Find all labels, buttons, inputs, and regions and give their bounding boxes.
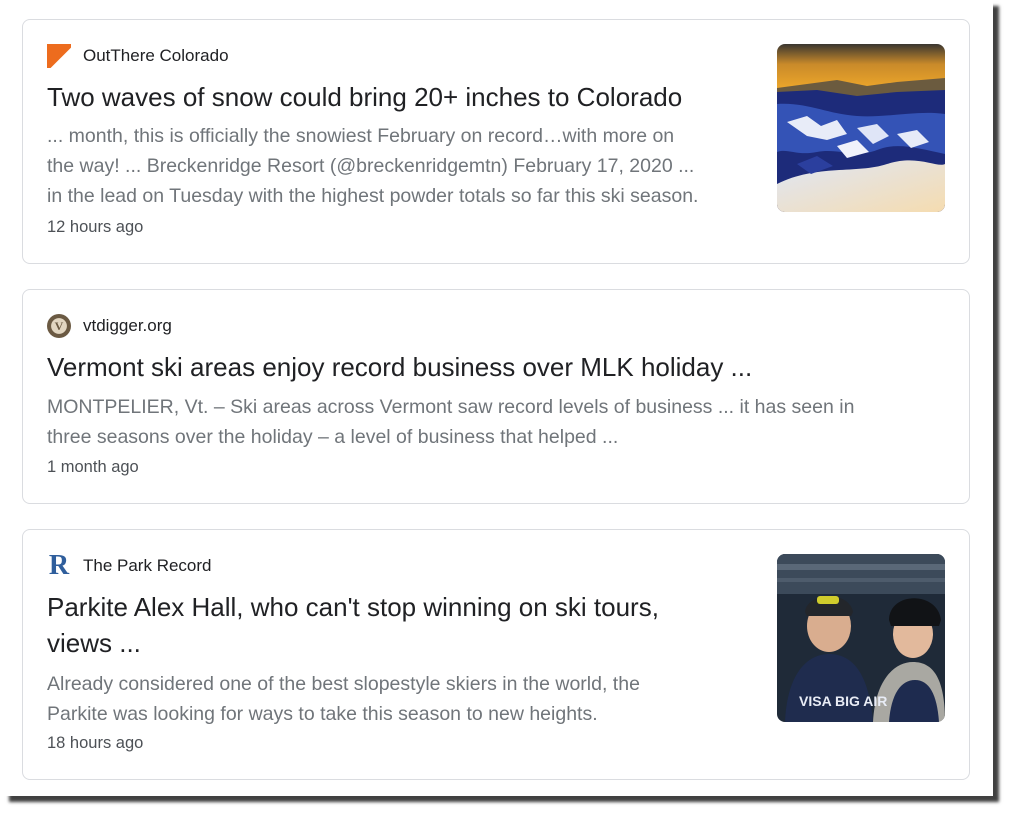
outthere-colorado-logo-icon xyxy=(47,44,71,68)
source-name: vtdigger.org xyxy=(83,316,172,335)
headline-link[interactable]: Two waves of snow could bring 20+ inches… xyxy=(47,79,682,115)
news-results-panel: OutThere Colorado Two waves of snow coul… xyxy=(3,0,993,796)
source-row[interactable]: R The Park Record xyxy=(47,550,212,581)
snippet-line: ... month, this is officially the snowie… xyxy=(47,125,675,147)
news-result-card[interactable]: R The Park Record Parkite Alex Hall, who… xyxy=(22,529,970,780)
news-result-card[interactable]: OutThere Colorado Two waves of snow coul… xyxy=(22,19,970,264)
park-record-logo-icon: R xyxy=(48,550,70,581)
headline-link[interactable]: Vermont ski areas enjoy record business … xyxy=(47,349,752,385)
source-name: The Park Record xyxy=(83,556,212,575)
vtdigger-logo-icon: V xyxy=(47,314,71,338)
snippet: MONTPELIER, Vt. – Ski areas across Vermo… xyxy=(47,392,854,452)
snippet-line: the way! ... Breckenridge Resort (@breck… xyxy=(47,155,695,177)
snippet: ... month, this is officially the snowie… xyxy=(47,121,698,211)
source-row[interactable]: V vtdigger.org xyxy=(47,314,172,338)
timestamp: 1 month ago xyxy=(47,458,139,476)
snowy-mountain-sunset-image[interactable] xyxy=(777,44,945,212)
headline-link[interactable]: Parkite Alex Hall, who can't stop winnin… xyxy=(47,589,659,661)
source-row[interactable]: OutThere Colorado xyxy=(47,44,229,68)
headline-line: views ... xyxy=(47,628,141,658)
snippet-line: in the lead on Tuesday with the highest … xyxy=(47,185,699,207)
timestamp: 12 hours ago xyxy=(47,218,144,236)
visa-big-air-text: VISA BIG AIR xyxy=(799,693,887,709)
headline-line: Parkite Alex Hall, who can't stop winnin… xyxy=(47,592,659,622)
timestamp: 18 hours ago xyxy=(47,734,144,752)
source-name: OutThere Colorado xyxy=(83,46,229,65)
snippet-line: three seasons over the holiday – a level… xyxy=(47,426,619,448)
snippet-line: Already considered one of the best slope… xyxy=(47,673,640,695)
skiers-smiling-photo[interactable]: VISA BIG AIR xyxy=(777,554,945,722)
snippet-line: MONTPELIER, Vt. – Ski areas across Vermo… xyxy=(47,396,855,418)
snippet: Already considered one of the best slope… xyxy=(47,669,640,729)
news-result-card[interactable]: V vtdigger.org Vermont ski areas enjoy r… xyxy=(22,289,970,504)
snippet-line: Parkite was looking for ways to take thi… xyxy=(47,703,598,725)
vtdigger-logo-glyph: V xyxy=(54,319,64,333)
